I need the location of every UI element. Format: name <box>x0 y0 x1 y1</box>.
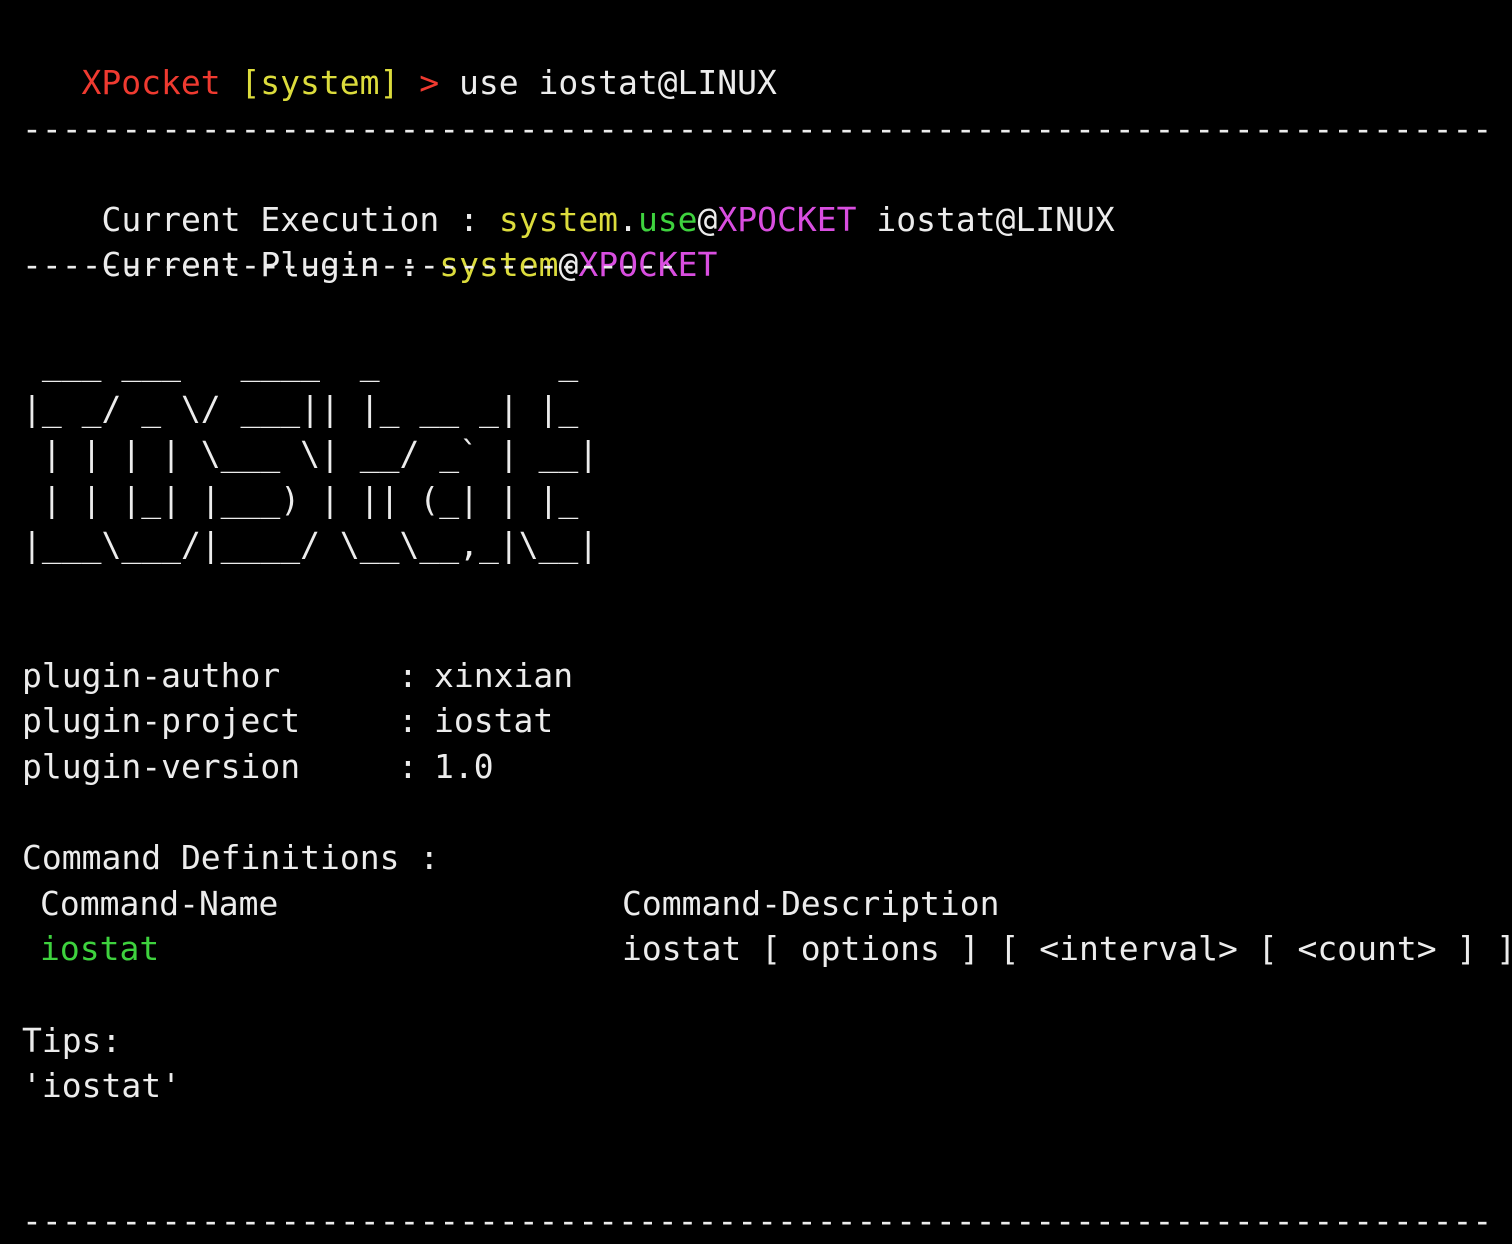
separator-top: ----------------------------------------… <box>22 109 1493 148</box>
command-row-description: iostat [ options ] [ <interval> [ <count… <box>622 929 1512 968</box>
info-project-key: plugin-project <box>22 701 301 740</box>
ascii-banner: ___ ___ ____ _ _ |_ _/ _ \/ ___|| |_ __ … <box>22 343 599 564</box>
prompt-command: use iostat@LINUX <box>459 62 777 102</box>
separator-mid: --------------------------------- <box>22 245 678 284</box>
info-version-key: plugin-version <box>22 747 301 786</box>
prompt-app-name: XPocket <box>81 62 221 102</box>
current-execution-line: Current Execution : system.use@XPOCKET i… <box>22 151 1114 239</box>
prompt-line: XPocket [system] > use iostat@LINUX <box>2 14 776 102</box>
info-author-sep: : <box>398 656 438 695</box>
terminal-window[interactable]: XPocket [system] > use iostat@LINUX ----… <box>0 0 1512 1241</box>
tips-value: 'iostat' <box>22 1066 181 1105</box>
info-project-line: plugin-project: iostat <box>22 698 553 744</box>
info-author-key: plugin-author <box>22 656 281 695</box>
info-project-sep: : <box>398 701 438 740</box>
prompt-context: [system] <box>240 62 400 102</box>
info-author-value: xinxian <box>434 656 574 695</box>
info-project-value: iostat <box>434 701 554 740</box>
command-description-header: Command-Description <box>622 884 1000 923</box>
info-version-sep: : <box>398 747 438 786</box>
execution-target: XPOCKET <box>717 199 857 239</box>
info-version-value: 1.0 <box>434 747 494 786</box>
separator-bottom: ----------------------------------------… <box>22 1201 1493 1240</box>
prompt-arrow: > <box>419 62 440 102</box>
command-row-name: iostat <box>40 929 160 968</box>
current-plugin-line: Current Plugin : system@XPOCKET <box>22 196 717 284</box>
info-author-line: plugin-author: xinxian <box>22 653 573 699</box>
execution-argument: iostat@LINUX <box>856 199 1115 239</box>
tips-label: Tips: <box>22 1021 122 1060</box>
info-version-line: plugin-version: 1.0 <box>22 744 494 790</box>
command-definitions-title: Command Definitions : <box>22 838 440 877</box>
command-name-header: Command-Name <box>40 884 279 923</box>
